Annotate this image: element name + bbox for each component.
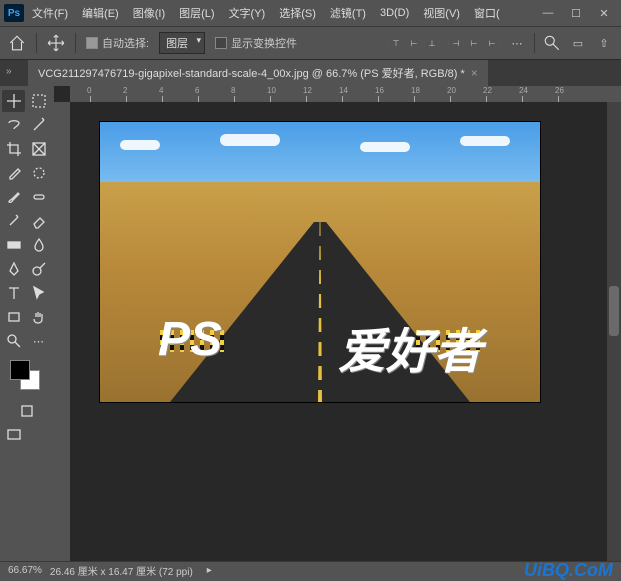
menu-window[interactable]: 窗口(	[468, 1, 506, 25]
menu-image[interactable]: 图像(I)	[127, 1, 171, 25]
show-transform-label: 显示变换控件	[231, 35, 297, 51]
document-canvas[interactable]: PS 爱好者	[100, 122, 540, 402]
menu-file[interactable]: 文件(F)	[26, 1, 74, 25]
status-dropdown-icon[interactable]: ▸	[207, 565, 212, 576]
close-button[interactable]: ✕	[591, 3, 617, 23]
align-bottom-icon[interactable]: ⊥	[424, 35, 440, 51]
pen-tool[interactable]	[2, 258, 25, 280]
menu-select[interactable]: 选择(S)	[273, 1, 322, 25]
separator	[36, 33, 37, 53]
align-group-1: ⊤ ⊢ ⊥	[388, 35, 440, 51]
cloud-shape	[220, 134, 280, 146]
move-tool-icon[interactable]	[47, 34, 65, 52]
tab-title: VCG211297476719-gigapixel-standard-scale…	[38, 65, 465, 81]
minimize-button[interactable]: —	[535, 3, 561, 23]
search-icon[interactable]	[543, 34, 561, 52]
separator	[534, 33, 535, 53]
more-tools-icon[interactable]: ⋯	[27, 330, 50, 352]
history-brush-tool[interactable]	[2, 210, 25, 232]
share-icon[interactable]: ⇧	[595, 34, 613, 52]
zoom-tool[interactable]	[2, 330, 25, 352]
path-selection-tool[interactable]	[27, 282, 50, 304]
lasso-tool[interactable]	[2, 114, 25, 136]
screen-mode-icon[interactable]	[2, 424, 25, 446]
magic-wand-tool[interactable]	[27, 114, 50, 136]
rectangle-tool[interactable]	[2, 306, 25, 328]
watermark-text: UiBQ.CoM	[524, 560, 613, 581]
status-zoom[interactable]: 66.67%	[8, 565, 42, 576]
ruler-horizontal[interactable]: 02468101214161820222426	[70, 86, 621, 102]
checkbox-icon	[86, 37, 98, 49]
move-tool[interactable]	[2, 90, 25, 112]
tabbar-menu-icon[interactable]: »	[6, 66, 12, 77]
scrollbar-thumb[interactable]	[609, 286, 619, 336]
auto-select-label: 自动选择:	[102, 35, 149, 51]
auto-select-checkbox[interactable]: 自动选择:	[86, 35, 149, 51]
dodge-tool[interactable]	[27, 258, 50, 280]
checkbox-icon	[215, 37, 227, 49]
healing-brush-tool[interactable]	[27, 186, 50, 208]
canvas-area: 02468101214161820222426	[54, 86, 621, 561]
foreground-color[interactable]	[10, 360, 30, 380]
tools-panel: ⋯	[0, 86, 54, 561]
auto-select-dropdown[interactable]: 图层	[159, 32, 205, 54]
menu-3d[interactable]: 3D(D)	[374, 3, 415, 23]
artboard-icon[interactable]: ▭	[569, 34, 587, 52]
standard-mode-icon[interactable]	[16, 400, 39, 422]
align-group-2: ⊣ ⊢ ⊢	[448, 35, 500, 51]
menu-layer[interactable]: 图层(L)	[173, 1, 220, 25]
align-hcenter-icon[interactable]: ⊢	[466, 35, 482, 51]
canvas-text-right: 爱好者	[338, 312, 482, 382]
color-swatches[interactable]	[2, 354, 52, 398]
menu-type[interactable]: 文字(Y)	[223, 1, 272, 25]
tab-close-icon[interactable]: ×	[471, 66, 478, 80]
frame-tool[interactable]	[27, 138, 50, 160]
home-icon[interactable]	[8, 34, 26, 52]
brush-tool[interactable]	[2, 186, 25, 208]
hand-tool[interactable]	[27, 306, 50, 328]
menu-view[interactable]: 视图(V)	[417, 1, 466, 25]
align-right-icon[interactable]: ⊢	[484, 35, 500, 51]
marquee-dashed-tool[interactable]	[27, 162, 50, 184]
cloud-shape	[360, 142, 410, 152]
document-tab[interactable]: VCG211297476719-gigapixel-standard-scale…	[28, 60, 488, 86]
align-top-icon[interactable]: ⊤	[388, 35, 404, 51]
canvas-text-left: PS	[158, 312, 222, 382]
scrollbar-vertical[interactable]	[607, 102, 621, 561]
menu-filter[interactable]: 滤镜(T)	[324, 1, 372, 25]
marquee-tool[interactable]	[27, 90, 50, 112]
align-left-icon[interactable]: ⊣	[448, 35, 464, 51]
cloud-shape	[460, 136, 510, 146]
eraser-tool[interactable]	[27, 210, 50, 232]
blur-tool[interactable]	[27, 234, 50, 256]
menu-edit[interactable]: 编辑(E)	[76, 1, 125, 25]
maximize-button[interactable]: ☐	[563, 3, 589, 23]
align-vcenter-icon[interactable]: ⊢	[406, 35, 422, 51]
ruler-vertical[interactable]	[54, 102, 70, 561]
app-logo: Ps	[4, 4, 24, 22]
type-tool[interactable]	[2, 282, 25, 304]
status-docsize: 26.46 厘米 x 16.47 厘米 (72 ppi)	[50, 563, 193, 578]
crop-tool[interactable]	[2, 138, 25, 160]
cloud-shape	[120, 140, 160, 150]
separator	[75, 33, 76, 53]
gradient-tool[interactable]	[2, 234, 25, 256]
show-transform-checkbox[interactable]: 显示变换控件	[215, 35, 297, 51]
eyedropper-tool[interactable]	[2, 162, 25, 184]
more-options-icon[interactable]: ⋯	[508, 34, 526, 52]
